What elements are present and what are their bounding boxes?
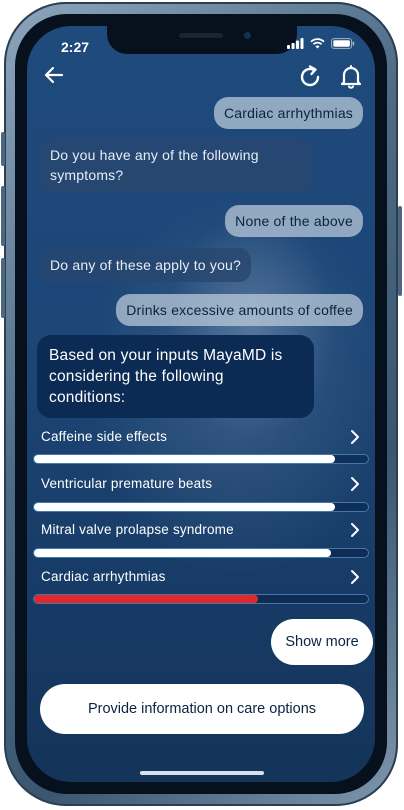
show-more-button[interactable]: Show more bbox=[271, 619, 373, 665]
condition-label[interactable]: Ventricular premature beats bbox=[41, 476, 212, 491]
home-indicator bbox=[140, 771, 264, 775]
user-message-bubble: Cardiac arrhythmias bbox=[213, 97, 363, 129]
bell-icon[interactable] bbox=[339, 64, 363, 90]
likelihood-fill bbox=[34, 503, 335, 511]
volume-up-button bbox=[1, 186, 5, 246]
speaker-grille bbox=[179, 33, 223, 38]
front-camera bbox=[244, 32, 251, 39]
likelihood-bar bbox=[33, 594, 369, 604]
chevron-right-icon[interactable] bbox=[349, 429, 361, 445]
status-time: 2:27 bbox=[61, 39, 90, 55]
likelihood-bar bbox=[33, 454, 369, 464]
likelihood-fill bbox=[34, 549, 332, 557]
bot-message-bubble: Do any of these apply to you? bbox=[40, 248, 252, 282]
refresh-icon[interactable] bbox=[297, 64, 323, 90]
likelihood-bar bbox=[33, 548, 369, 558]
volume-down-button bbox=[1, 258, 5, 318]
care-options-button[interactable]: Provide information on care options bbox=[40, 684, 364, 734]
app-screen: 2:27 Cardiac arrhythmias Do you have any bbox=[27, 26, 375, 782]
condition-label[interactable]: Cardiac arrhythmias bbox=[41, 569, 166, 584]
condition-label[interactable]: Mitral valve prolapse syndrome bbox=[41, 522, 234, 537]
chevron-right-icon[interactable] bbox=[349, 522, 361, 538]
silent-switch bbox=[1, 132, 5, 166]
arrow-left-icon[interactable] bbox=[44, 66, 64, 84]
user-message-bubble: None of the above bbox=[225, 205, 363, 237]
status-icons bbox=[287, 38, 355, 49]
likelihood-fill bbox=[34, 595, 258, 603]
user-message-bubble: Drinks excessive amounts of coffee bbox=[116, 294, 363, 326]
notch bbox=[107, 26, 297, 54]
likelihood-bar bbox=[33, 502, 369, 512]
condition-label[interactable]: Caffeine side effects bbox=[41, 429, 167, 444]
chevron-right-icon[interactable] bbox=[349, 569, 361, 585]
bot-conditions-intro: Based on your inputs MayaMD is consideri… bbox=[37, 335, 314, 418]
power-button bbox=[398, 206, 402, 296]
chevron-right-icon[interactable] bbox=[349, 476, 361, 492]
bot-message-bubble: Do you have any of the following symptom… bbox=[40, 138, 312, 192]
likelihood-fill bbox=[34, 455, 335, 463]
signal-icon bbox=[287, 38, 304, 49]
wifi-icon bbox=[310, 38, 325, 49]
battery-icon bbox=[331, 38, 355, 49]
